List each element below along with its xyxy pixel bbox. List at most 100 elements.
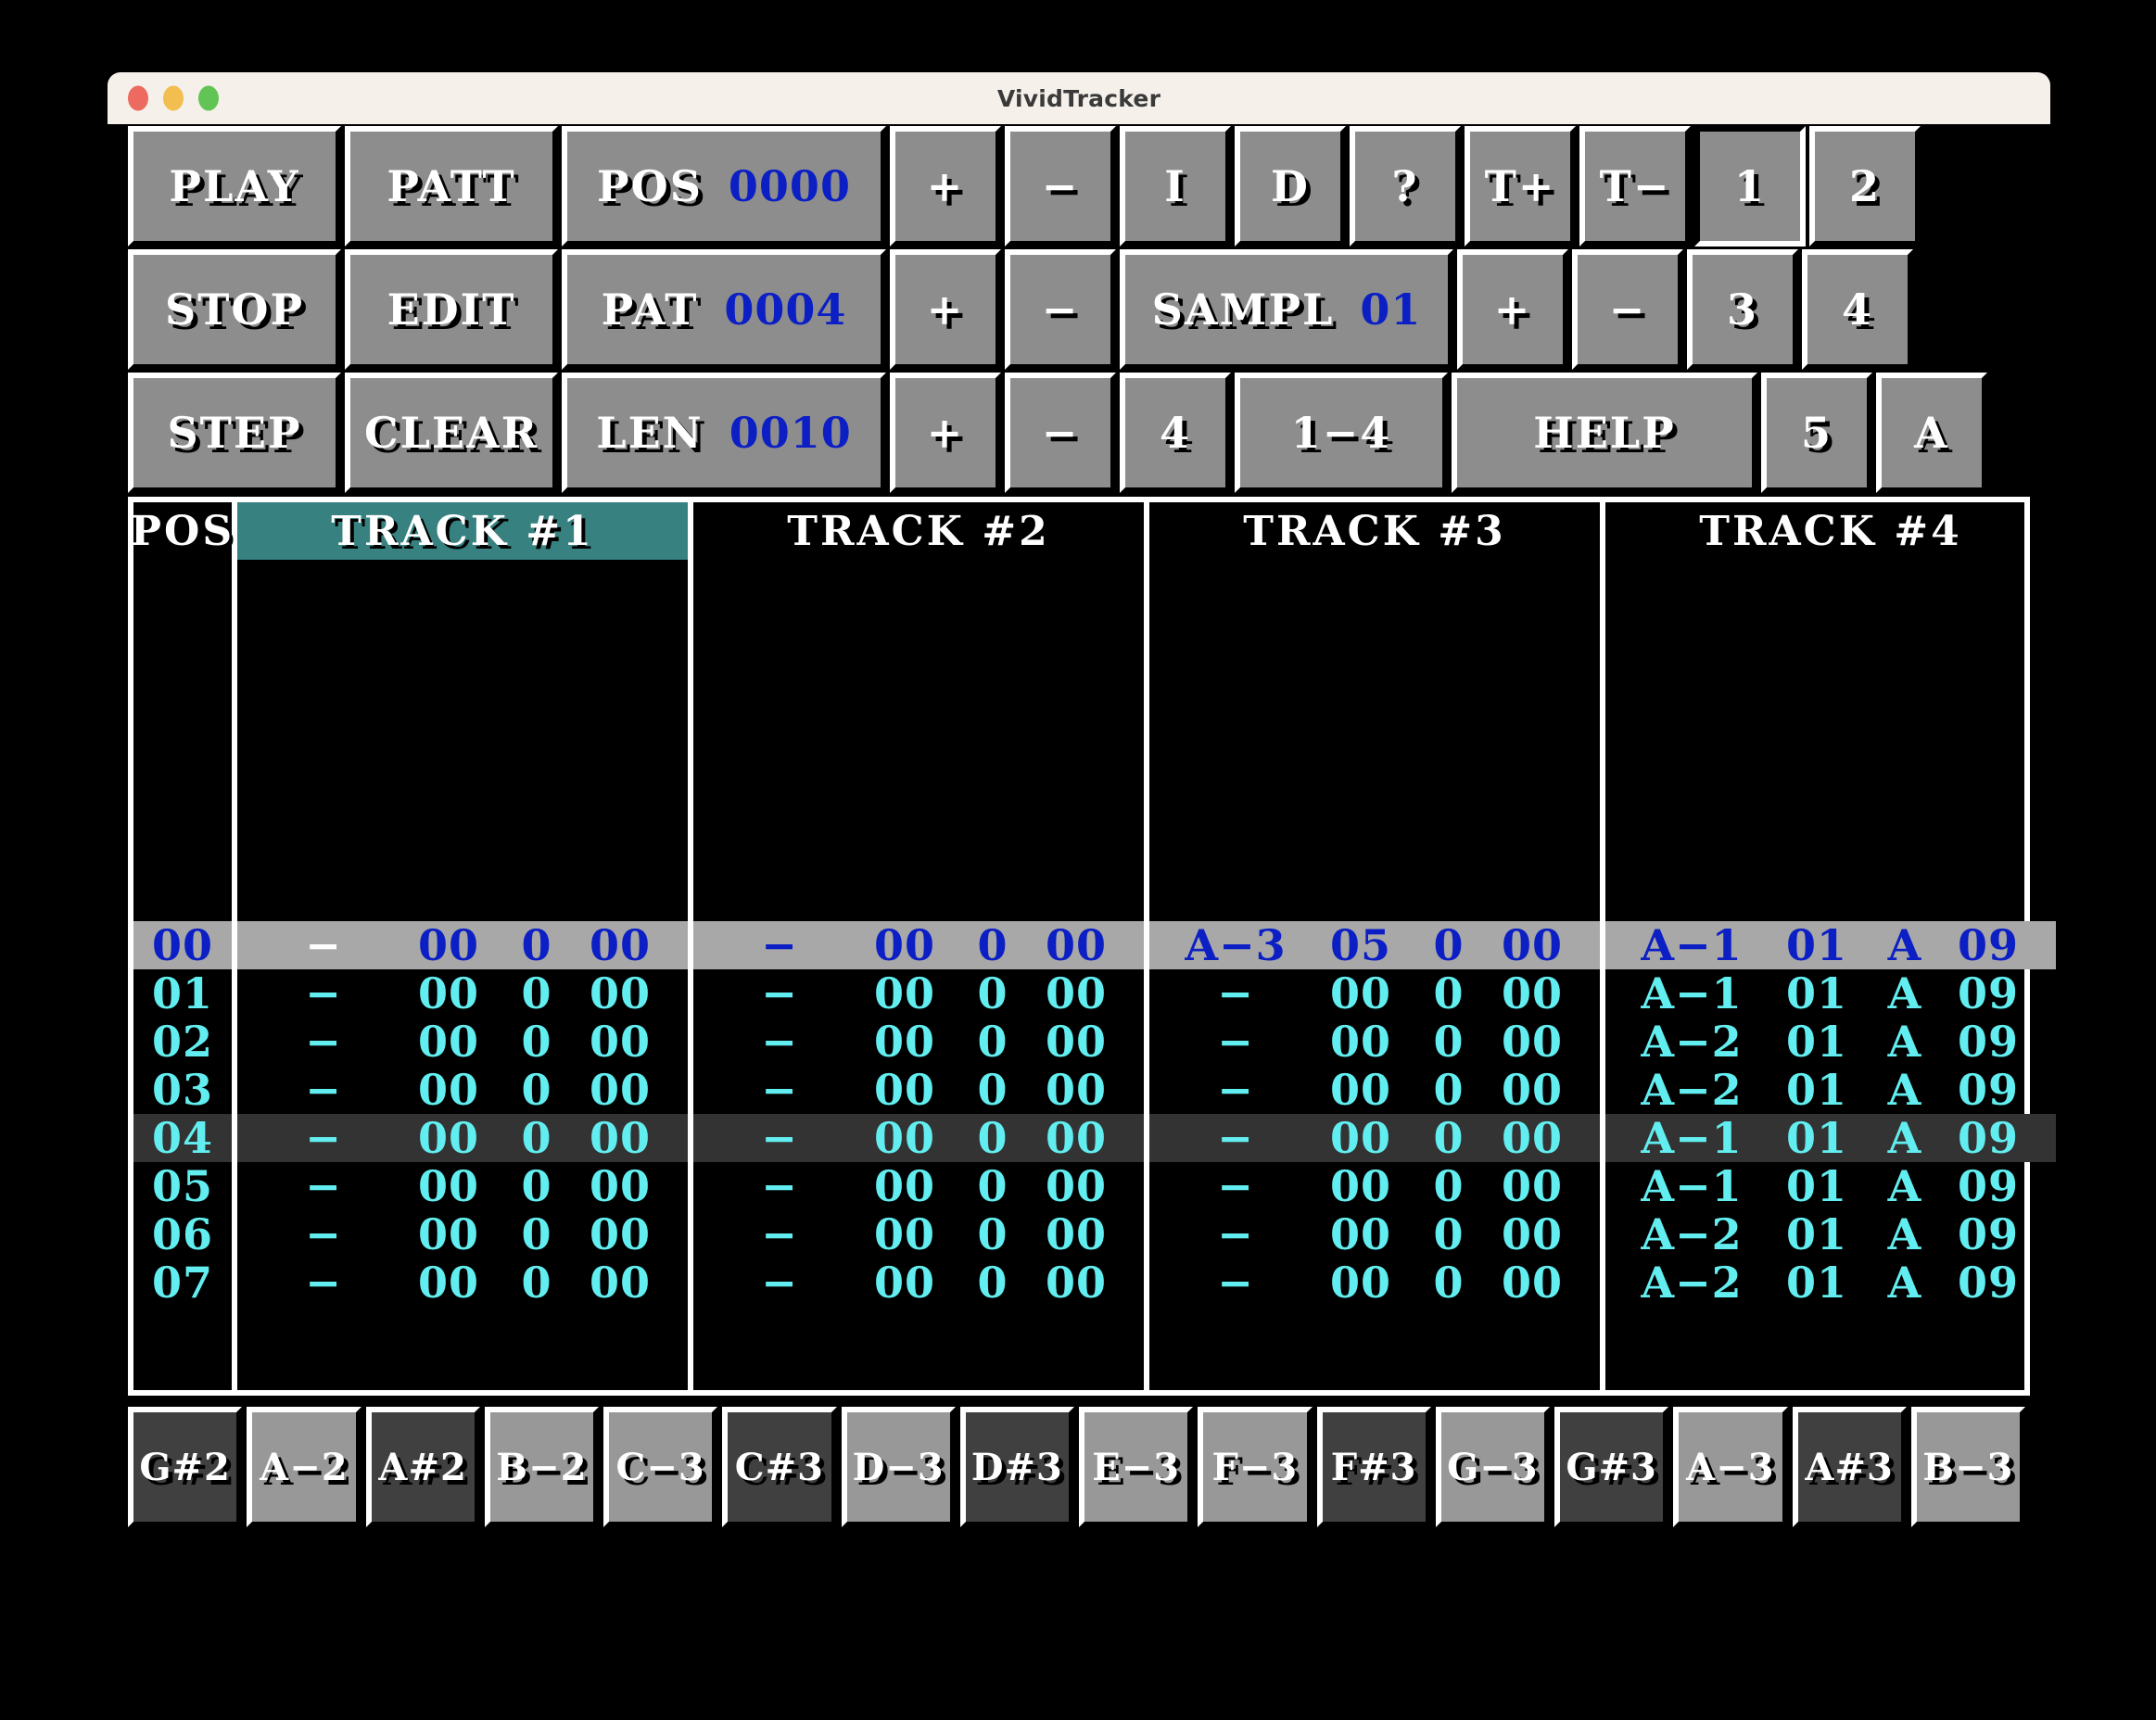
pattern-row[interactable]: −00 0 00 <box>237 920 688 970</box>
track-select-1-button[interactable]: 1 <box>1694 126 1806 247</box>
instrument-cell[interactable]: 01 <box>1761 1258 1872 1308</box>
volume-cell[interactable]: A <box>1872 1209 1937 1259</box>
instrument-cell[interactable]: 00 <box>1305 968 1416 1018</box>
pattern-row[interactable]: −00 0 00 <box>693 1017 1144 1067</box>
effect-cell[interactable]: 00 <box>1481 1017 1583 1067</box>
track-select-5-button[interactable]: 5 <box>1761 373 1872 493</box>
effect-cell[interactable]: 00 <box>1025 1017 1127 1067</box>
volume-cell[interactable]: 0 <box>504 968 569 1018</box>
clear-button[interactable]: CLEAR <box>345 373 558 493</box>
effect-cell[interactable]: 00 <box>1481 1065 1583 1115</box>
note-cell[interactable]: − <box>254 1065 393 1115</box>
volume-cell[interactable]: 0 <box>1416 1113 1481 1163</box>
instrument-cell[interactable]: 00 <box>1305 1017 1416 1067</box>
pattern-row[interactable]: A−1 01 A 09 <box>1605 1113 2056 1163</box>
effect-cell[interactable]: 00 <box>1025 1161 1127 1211</box>
pattern-row[interactable]: −00 0 00 <box>1149 1258 1600 1308</box>
play-button[interactable]: PLAY <box>128 126 341 247</box>
volume-cell[interactable]: 0 <box>504 1017 569 1067</box>
piano-key-Gsharp3[interactable]: G#3 <box>1554 1407 1669 1527</box>
note-cell[interactable]: − <box>254 1017 393 1067</box>
tempo-up-button[interactable]: T+ <box>1465 126 1576 247</box>
volume-cell[interactable]: A <box>1872 920 1937 970</box>
volume-cell[interactable]: 0 <box>504 1209 569 1259</box>
volume-cell[interactable]: 0 <box>504 920 569 970</box>
volume-cell[interactable]: A <box>1872 968 1937 1018</box>
effect-cell[interactable]: 00 <box>1025 1065 1127 1115</box>
effect-cell[interactable]: 09 <box>1937 1017 2039 1067</box>
note-cell[interactable]: − <box>1166 1161 1305 1211</box>
pattern-row[interactable]: A−2 01 A 09 <box>1605 1258 2056 1308</box>
pattern-row[interactable]: −00 0 00 <box>237 1258 688 1308</box>
pattern-row[interactable]: A−2 01 A 09 <box>1605 1065 2056 1115</box>
instrument-cell[interactable]: 00 <box>849 1209 960 1259</box>
pattern-row[interactable]: −00 0 00 <box>1149 968 1600 1018</box>
instrument-cell[interactable]: 00 <box>849 1113 960 1163</box>
track-select-3-button[interactable]: 3 <box>1687 249 1798 370</box>
volume-cell[interactable]: 0 <box>960 920 1025 970</box>
volume-cell[interactable]: 0 <box>1416 1017 1481 1067</box>
piano-key-A-3[interactable]: A−3 <box>1673 1407 1788 1527</box>
volume-cell[interactable]: 0 <box>1416 1065 1481 1115</box>
volume-cell[interactable]: A <box>1872 1161 1937 1211</box>
piano-key-Csharp3[interactable]: C#3 <box>722 1407 837 1527</box>
edit-button[interactable]: EDIT <box>345 249 558 370</box>
effect-cell[interactable]: 09 <box>1937 968 2039 1018</box>
instrument-cell[interactable]: 00 <box>849 1065 960 1115</box>
note-cell[interactable]: A−1 <box>1622 1113 1761 1163</box>
pattern-row[interactable]: −00 0 00 <box>237 968 688 1018</box>
volume-cell[interactable]: 0 <box>960 1113 1025 1163</box>
volume-cell[interactable]: 0 <box>960 1209 1025 1259</box>
instrument-cell[interactable]: 00 <box>1305 1258 1416 1308</box>
track-header-2[interactable]: TRACK #2 <box>693 502 1144 560</box>
effect-cell[interactable]: 00 <box>1025 968 1127 1018</box>
note-cell[interactable]: − <box>710 1113 849 1163</box>
step-button[interactable]: STEP <box>128 373 341 493</box>
pattern-row[interactable]: −00 0 00 <box>237 1161 688 1211</box>
octave-button[interactable]: 4 <box>1120 373 1231 493</box>
volume-cell[interactable]: A <box>1872 1065 1937 1115</box>
piano-key-B-2[interactable]: B−2 <box>484 1407 599 1527</box>
effect-cell[interactable]: 09 <box>1937 1258 2039 1308</box>
instrument-cell[interactable]: 01 <box>1761 920 1872 970</box>
note-cell[interactable]: − <box>254 1161 393 1211</box>
pattern-row[interactable]: −00 0 00 <box>1149 1017 1600 1067</box>
pattern-row[interactable]: −00 0 00 <box>693 1161 1144 1211</box>
effect-cell[interactable]: 00 <box>1481 1161 1583 1211</box>
sample-increment-button[interactable]: + <box>1457 249 1568 370</box>
note-cell[interactable]: A−2 <box>1622 1017 1761 1067</box>
effect-cell[interactable]: 00 <box>569 1065 671 1115</box>
instrument-cell[interactable]: 00 <box>1305 1161 1416 1211</box>
note-cell[interactable]: A−3 <box>1166 920 1305 970</box>
sample-field[interactable]: SAMPL 01 <box>1120 249 1453 370</box>
pattern-row[interactable]: −00 0 00 <box>237 1017 688 1067</box>
position-row[interactable]: 00 <box>133 920 232 970</box>
volume-cell[interactable]: 0 <box>960 1065 1025 1115</box>
track-select-all-button[interactable]: A <box>1876 373 1987 493</box>
pattern-row[interactable]: −00 0 00 <box>693 968 1144 1018</box>
pattern-row[interactable]: A−2 01 A 09 <box>1605 1017 2056 1067</box>
track-header-4[interactable]: TRACK #4 <box>1605 502 2056 560</box>
instrument-cell[interactable]: 01 <box>1761 1209 1872 1259</box>
pattern-row[interactable]: A−1 01 A 09 <box>1605 920 2056 970</box>
track-column-1[interactable]: TRACK #1−00 0 00−00 0 00−00 0 00−00 0 00−00 0 00−0… <box>237 502 688 1390</box>
stop-button[interactable]: STOP <box>128 249 341 370</box>
pattern-row[interactable]: −00 0 00 <box>693 920 1144 970</box>
patt-button[interactable]: PATT <box>345 126 558 247</box>
effect-cell[interactable]: 00 <box>1025 1113 1127 1163</box>
position-row[interactable]: 01 <box>133 968 232 1018</box>
effect-cell[interactable]: 00 <box>1481 1209 1583 1259</box>
volume-cell[interactable]: 0 <box>960 1161 1025 1211</box>
pattern-decrement-button[interactable]: − <box>1005 249 1116 370</box>
effect-cell[interactable]: 00 <box>569 968 671 1018</box>
pos-increment-button[interactable]: + <box>890 126 1001 247</box>
sample-decrement-button[interactable]: − <box>1572 249 1683 370</box>
note-cell[interactable]: − <box>710 1258 849 1308</box>
pattern-row[interactable]: −00 0 00 <box>693 1065 1144 1115</box>
piano-key-Gsharp2[interactable]: G#2 <box>128 1407 243 1527</box>
pattern-row[interactable]: −00 0 00 <box>1149 1209 1600 1259</box>
track-header-1[interactable]: TRACK #1 <box>237 502 688 560</box>
pattern-row[interactable]: −00 0 00 <box>237 1065 688 1115</box>
instrument-cell[interactable]: 00 <box>849 1017 960 1067</box>
piano-key-Fsharp3[interactable]: F#3 <box>1316 1407 1431 1527</box>
